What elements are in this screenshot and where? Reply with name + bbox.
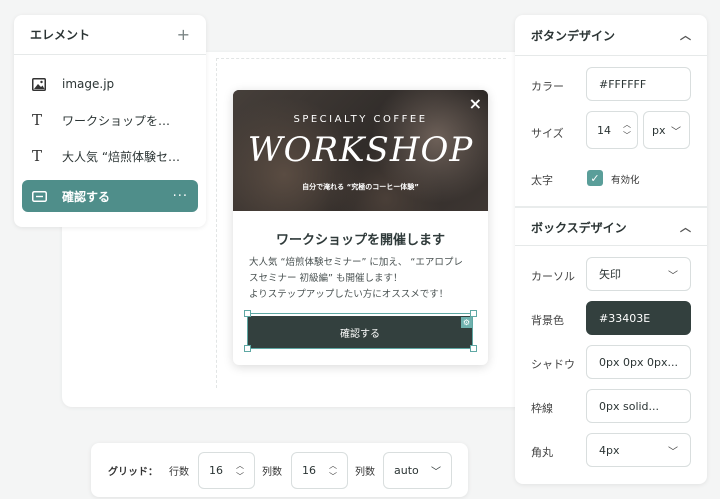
text-icon: T xyxy=(32,147,43,165)
background-color-value: #33403E xyxy=(599,311,651,325)
auto-value: auto xyxy=(394,464,419,477)
image-icon xyxy=(32,77,54,91)
rows-stepper[interactable]: 16 ︿ ﹀ xyxy=(198,452,255,489)
cursor-label: カーソル xyxy=(531,270,575,283)
columns-label: 列数 xyxy=(262,467,282,478)
selection-outline xyxy=(247,313,473,349)
divider xyxy=(515,55,707,56)
chevron-down-icon: ﹀ xyxy=(431,467,441,478)
shadow-value: 0px 0px 0px... xyxy=(599,355,678,369)
shadow-input[interactable]: 0px 0px 0px... xyxy=(586,345,691,379)
color-value: #FFFFFF xyxy=(599,77,647,91)
chevron-down-icon[interactable]: ﹀ xyxy=(236,471,244,482)
element-item-label: image.jp xyxy=(62,77,115,91)
bold-checkbox-label: 有効化 xyxy=(611,175,640,186)
element-item-button[interactable]: 確認する ··· xyxy=(22,180,198,212)
chevron-up-icon[interactable]: ︿ xyxy=(680,219,691,235)
border-value: 0px solid... xyxy=(599,399,660,413)
element-item-label: 大人気 “焙煎体験セ… xyxy=(62,149,181,164)
popup-body-line: よりステップアップしたい方にオススメです！ xyxy=(249,289,449,300)
chevron-down-icon: ﹀ xyxy=(668,446,678,458)
elements-panel-title: エレメント xyxy=(30,28,91,42)
section-title: ボックスデザイン xyxy=(531,220,627,235)
color-input[interactable]: #FFFFFF xyxy=(586,67,691,101)
stepper-arrows[interactable]: ︿ ﹀ xyxy=(623,119,631,141)
radius-label: 角丸 xyxy=(531,446,553,459)
radius-value: 4px xyxy=(599,443,620,457)
border-input[interactable]: 0px solid... xyxy=(586,389,691,423)
radius-select[interactable]: 4px ﹀ xyxy=(586,433,691,467)
size-stepper[interactable]: 14 ︿ ﹀ xyxy=(586,111,638,149)
size-label: サイズ xyxy=(531,127,564,140)
bold-checkbox[interactable]: ✓ xyxy=(587,170,603,186)
popup-title: ワークショップを開催します xyxy=(275,233,445,248)
stepper-arrows[interactable]: ︿ ﹀ xyxy=(329,460,337,482)
hero-caption: 自分で淹れる “究極のコーヒー体験” xyxy=(302,183,419,191)
hero-subtitle: SPECIALTY COFFEE xyxy=(293,114,428,125)
button-icon xyxy=(32,190,54,202)
plus-icon[interactable]: + xyxy=(177,25,190,44)
stepper-arrows[interactable]: ︿ ﹀ xyxy=(236,460,244,482)
bold-label: 太字 xyxy=(531,174,553,187)
resize-handle-top-right[interactable] xyxy=(470,310,477,317)
popup-body-line: 大人気 “焙煎体験セミナー” に加え、 “エアロプレ xyxy=(249,257,463,268)
elements-panel-header: エレメント + xyxy=(14,15,206,55)
border-label: 枠線 xyxy=(531,402,553,415)
chevron-up-icon[interactable]: ︿ xyxy=(329,460,337,471)
section-title: ボタンデザイン xyxy=(531,28,616,43)
rows-value: 16 xyxy=(209,464,223,477)
elements-panel: エレメント + image.jp T ワークショップを… T 大人気 “焙煎体験… xyxy=(14,15,206,227)
element-item-text-1[interactable]: T ワークショップを… xyxy=(22,104,198,136)
columns-value: 16 xyxy=(302,464,316,477)
chevron-up-icon[interactable]: ︿ xyxy=(623,119,631,130)
resize-handle-top-left[interactable] xyxy=(244,310,251,317)
element-item-image[interactable]: image.jp xyxy=(22,68,198,100)
chevron-down-icon: ﹀ xyxy=(671,126,681,138)
close-icon[interactable]: × xyxy=(469,94,482,113)
popup-body-line: スセミナー 初級編” も開催します！ xyxy=(249,273,403,284)
rows-label: 行数 xyxy=(169,467,189,478)
chevron-down-icon[interactable]: ﹀ xyxy=(329,471,337,482)
size-value: 14 xyxy=(597,123,611,137)
background-color-input[interactable]: #33403E xyxy=(586,301,691,335)
divider xyxy=(515,245,707,246)
grid-toolbar: グリッド： 行数 16 ︿ ﹀ 列数 16 ︿ ﹀ 列数 auto ﹀ xyxy=(91,443,468,497)
resize-handle-bottom-right[interactable] xyxy=(470,345,477,352)
popup-body: 大人気 “焙煎体験セミナー” に加え、 “エアロプレ スセミナー 初級編” も開… xyxy=(249,255,477,303)
text-icon: T xyxy=(32,111,43,129)
chevron-down-icon[interactable]: ﹀ xyxy=(623,130,631,141)
size-unit-value: px xyxy=(652,123,666,137)
hero-title: WORKSHOP xyxy=(247,130,474,170)
chevron-up-icon[interactable]: ︿ xyxy=(236,460,244,471)
element-item-text-2[interactable]: T 大人気 “焙煎体験セ… xyxy=(22,140,198,172)
element-item-label: ワークショップを… xyxy=(62,113,171,128)
cursor-select[interactable]: 矢印 ﹀ xyxy=(586,257,691,291)
color-label: カラー xyxy=(531,80,564,93)
resize-handle-bottom-left[interactable] xyxy=(244,345,251,352)
chevron-up-icon[interactable]: ︿ xyxy=(680,27,691,43)
shadow-label: シャドウ xyxy=(531,358,575,371)
auto-select[interactable]: auto ﹀ xyxy=(383,452,452,489)
element-item-label: 確認する xyxy=(62,189,111,204)
gear-icon[interactable]: ⚙ xyxy=(461,317,472,328)
more-icon[interactable]: ··· xyxy=(173,189,188,204)
popup-preview: SPECIALTY COFFEE WORKSHOP 自分で淹れる “究極のコーヒ… xyxy=(233,90,488,365)
hero-image: SPECIALTY COFFEE WORKSHOP 自分で淹れる “究極のコーヒ… xyxy=(233,90,488,211)
cursor-value: 矢印 xyxy=(599,268,621,281)
chevron-down-icon: ﹀ xyxy=(668,270,678,282)
box-design-header[interactable]: ボックスデザイン ︿ xyxy=(515,207,707,247)
size-unit-select[interactable]: px ﹀ xyxy=(643,111,690,149)
columns-stepper[interactable]: 16 ︿ ﹀ xyxy=(291,452,348,489)
background-color-label: 背景色 xyxy=(531,314,564,327)
columns-label-2: 列数 xyxy=(355,467,375,478)
design-panel: ボタンデザイン ︿ カラー #FFFFFF サイズ 14 ︿ ﹀ px ﹀ 太字… xyxy=(515,15,707,484)
grid-label: グリッド： xyxy=(108,467,158,478)
button-design-header[interactable]: ボタンデザイン ︿ xyxy=(515,15,707,55)
